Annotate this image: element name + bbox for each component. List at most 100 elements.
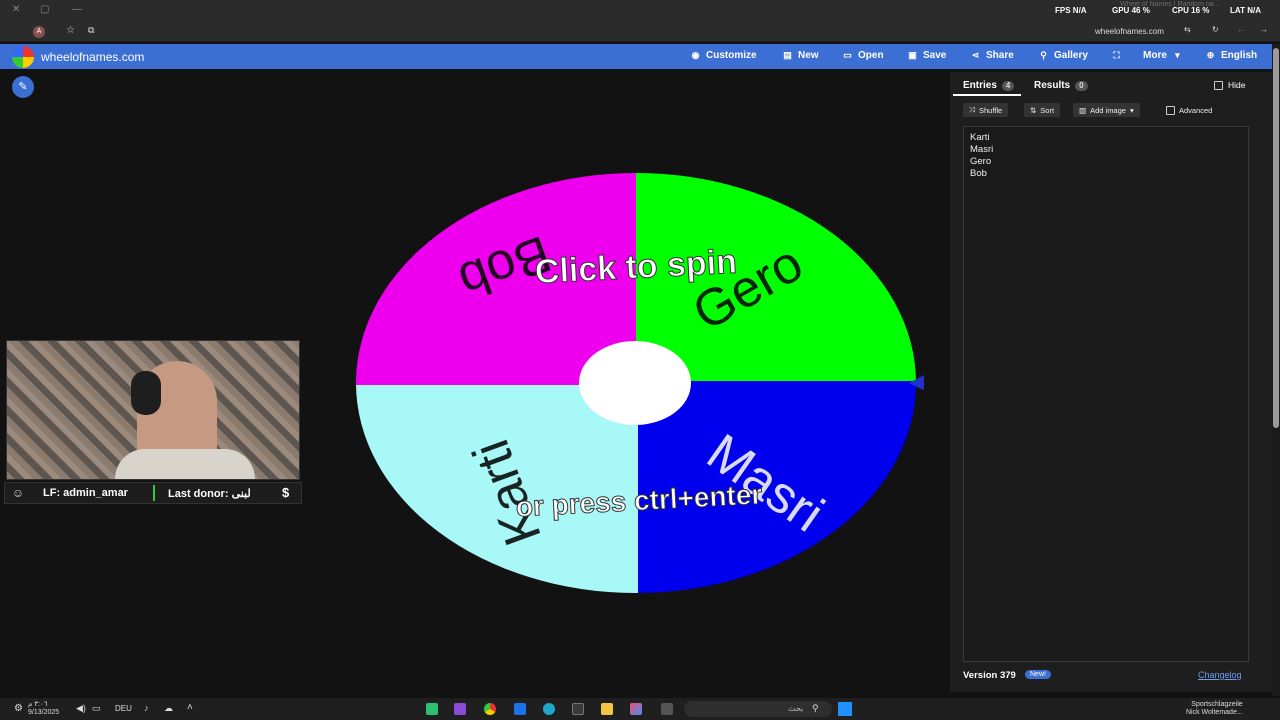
- fullscreen-icon: ⛶: [1113, 50, 1120, 60]
- outlook-icon[interactable]: [514, 703, 526, 715]
- network-icon[interactable]: ▭: [92, 703, 101, 714]
- shuffle-button[interactable]: ⤨ Shuffle: [963, 103, 1009, 117]
- keyboard-language[interactable]: DEU: [115, 704, 132, 713]
- add-image-button[interactable]: ▨ Add image ▾: [1073, 103, 1140, 117]
- star-icon[interactable]: ☆: [66, 25, 75, 36]
- window-icon[interactable]: [661, 703, 673, 715]
- palette-icon: ◉: [691, 50, 700, 60]
- hide-toggle[interactable]: Hide: [1214, 80, 1245, 90]
- browser-tab-title[interactable]: Wheel of Names | Random na...: [1120, 1, 1219, 8]
- settings-gear-icon[interactable]: ⚙: [14, 703, 23, 714]
- entries-panel: Entries 4 Results 0 Hide ⤨ Shuffle ⇅ Sort ▨ A…: [950, 72, 1272, 692]
- new-badge: New!: [1025, 670, 1051, 679]
- app-header: wheelofnames.com ◉ Customize ▤ New ▭ Open ▣…: [0, 44, 1280, 69]
- fullscreen-button[interactable]: ⛶: [1111, 50, 1122, 61]
- windows-taskbar: ⚙ ٣:٠٦ م 9/13/2025 ◀) ▭ DEU ♪ ☁ ˄ بحث ⚲ S…: [0, 698, 1280, 720]
- speaker-icon[interactable]: ◀): [76, 703, 86, 714]
- list-item: Karti: [970, 132, 990, 143]
- translate-icon[interactable]: ⇆: [1184, 25, 1191, 34]
- entries-count-badge: 4: [1001, 80, 1015, 91]
- file-icon: ▤: [783, 50, 792, 60]
- restore-window-icon[interactable]: ▢: [40, 4, 49, 15]
- tab-results[interactable]: Results 0: [1034, 80, 1088, 91]
- language-button[interactable]: ⊕ English: [1205, 50, 1257, 61]
- gallery-button[interactable]: ⚲ Gallery: [1038, 50, 1088, 61]
- wheel-center-hub: [579, 341, 691, 425]
- stream-info-bar: ☺ LF: admin_amar Last donor: لبنى $: [4, 482, 302, 504]
- image-icon: ▨: [1079, 105, 1087, 115]
- search-icon: ⚲: [812, 703, 819, 713]
- open-button[interactable]: ▭ Open: [842, 50, 883, 61]
- search-placeholder: بحث: [788, 704, 804, 713]
- url-text[interactable]: wheelofnames.com: [1095, 27, 1164, 36]
- results-count-badge: 0: [1075, 80, 1088, 91]
- entries-textarea[interactable]: Karti Masri Gero Bob: [963, 126, 1249, 662]
- last-donor-text: Last donor: لبنى: [168, 488, 251, 500]
- list-item: Bob: [970, 168, 987, 179]
- hide-checkbox[interactable]: [1214, 80, 1223, 90]
- overlay-fps: FPS N/A: [1055, 6, 1087, 15]
- chevron-up-icon[interactable]: ˄: [187, 702, 193, 713]
- new-button[interactable]: ▤ New: [782, 50, 818, 61]
- clock[interactable]: ٣:٠٦ م 9/13/2025: [28, 701, 59, 717]
- reload-icon[interactable]: ↻: [1212, 25, 1219, 34]
- store-icon[interactable]: [572, 703, 584, 715]
- edge-icon[interactable]: [543, 703, 555, 715]
- save-button[interactable]: ▣ Save: [907, 50, 946, 61]
- customize-button[interactable]: ◉ Customize: [690, 50, 757, 61]
- save-icon: ▣: [908, 50, 917, 60]
- divider: [153, 485, 155, 501]
- chevron-down-icon: ▾: [1175, 50, 1180, 60]
- headphones-icon: [131, 371, 161, 415]
- list-item: Gero: [970, 156, 992, 167]
- news-title: Sportschlagzeile: [1191, 701, 1243, 708]
- back-icon[interactable]: ←: [1237, 25, 1245, 34]
- scrollbar-thumb[interactable]: [1273, 48, 1279, 428]
- close-window-icon[interactable]: ✕: [12, 4, 20, 15]
- search-icon: ⚲: [1040, 50, 1047, 60]
- globe-icon: ⊕: [1206, 50, 1215, 60]
- clock-date: 9/13/2025: [28, 709, 60, 716]
- more-button[interactable]: More ▾: [1143, 50, 1183, 61]
- app-icon-purple[interactable]: [454, 703, 466, 715]
- news-widget[interactable]: Sportschlagzeile Nick Woltemade...: [1186, 701, 1243, 717]
- minimize-window-icon[interactable]: —: [72, 4, 82, 15]
- edit-pencil-button[interactable]: ✎: [12, 76, 34, 98]
- shuffle-icon: ⤨: [969, 105, 975, 114]
- page-scrollbar[interactable]: [1272, 44, 1280, 696]
- extension-icon[interactable]: ⧉: [88, 25, 94, 36]
- share-button[interactable]: ⋖ Share: [970, 50, 1014, 61]
- share-icon: ⋖: [971, 50, 980, 60]
- chevron-down-icon: ▾: [1129, 105, 1134, 115]
- active-tab-underline: [953, 94, 1021, 96]
- taskbar-search[interactable]: بحث ⚲: [684, 701, 832, 717]
- copilot-icon[interactable]: [630, 703, 642, 715]
- dollar-icon: $: [282, 485, 290, 500]
- microphone-icon[interactable]: ♪: [144, 703, 149, 713]
- logo-icon: [12, 46, 34, 68]
- wheel-spinner[interactable]: Gero Masri Karti Bob Click to spin or pr…: [354, 170, 924, 595]
- changelog-link[interactable]: Changelog: [1198, 670, 1242, 680]
- address-bar: A ☆ ⧉ wheelofnames.com ⇆ ↻ ← →: [0, 22, 1280, 42]
- version-label: Version 379: [963, 670, 1016, 681]
- brand-name[interactable]: wheelofnames.com: [41, 50, 144, 64]
- profile-avatar[interactable]: A: [33, 26, 45, 38]
- windows-start-icon[interactable]: [838, 702, 852, 716]
- folder-icon[interactable]: [601, 703, 613, 715]
- tab-entries[interactable]: Entries 4: [963, 80, 1015, 91]
- chrome-icon[interactable]: [484, 703, 496, 715]
- sort-button[interactable]: ⇅ Sort: [1024, 103, 1061, 117]
- advanced-checkbox[interactable]: [1166, 105, 1175, 115]
- folder-icon: ▭: [843, 50, 852, 60]
- pencil-icon: ✎: [18, 81, 28, 93]
- list-item: Masri: [970, 144, 994, 155]
- streamer-shirt: [115, 449, 255, 479]
- lf-text: LF: admin_amar: [43, 487, 128, 499]
- forward-icon[interactable]: →: [1260, 25, 1268, 34]
- advanced-toggle[interactable]: Advanced: [1160, 103, 1218, 117]
- webcam-overlay: [6, 340, 300, 480]
- cloud-icon[interactable]: ☁: [164, 703, 173, 714]
- app-icon-green[interactable]: [426, 703, 438, 715]
- overlay-lat: LAT N/A: [1230, 6, 1261, 15]
- clock-time: ٣:٠٦ م: [28, 701, 48, 708]
